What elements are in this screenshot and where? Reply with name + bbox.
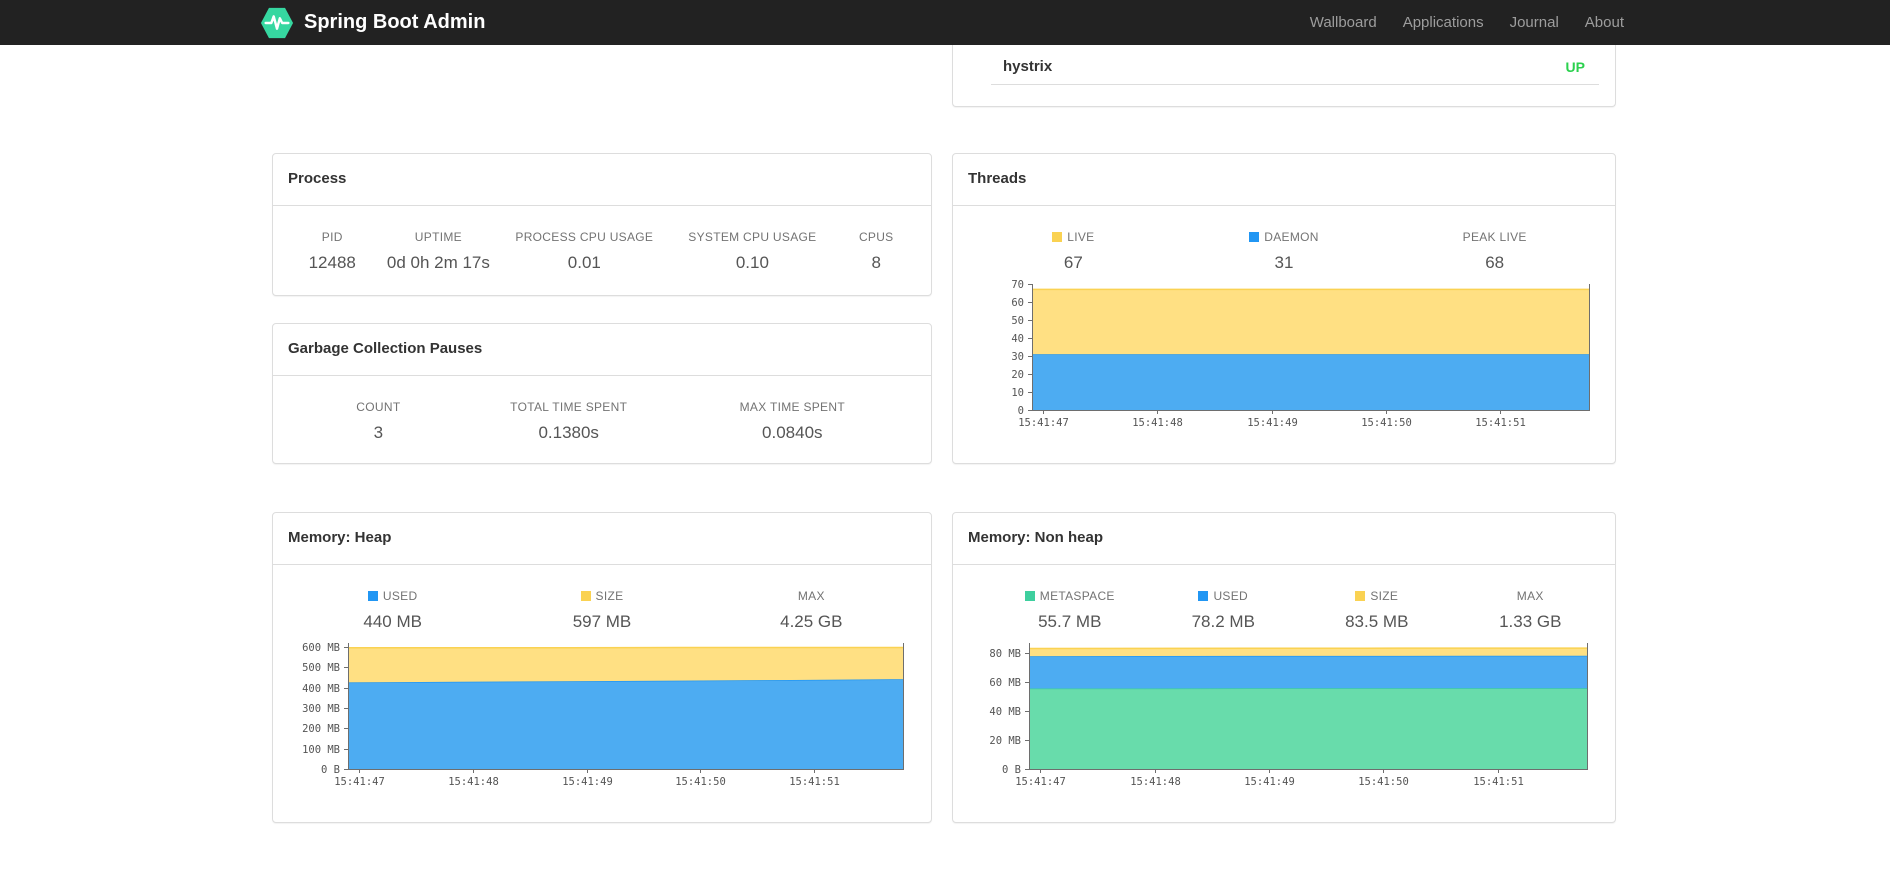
stat-label: PID — [321, 230, 343, 244]
svg-text:40: 40 — [1011, 333, 1024, 345]
stat-label: TOTAL TIME SPENT — [510, 400, 628, 414]
status-badge: UP — [1565, 58, 1585, 75]
stat-count: COUNT 3 — [288, 400, 469, 443]
svg-text:15:41:51: 15:41:51 — [789, 776, 840, 788]
brand-title: Spring Boot Admin — [304, 11, 486, 33]
svg-text:15:41:48: 15:41:48 — [1132, 417, 1183, 429]
memory-heap-panel: Memory: Heap USED 440 MB SIZE 597 MB MAX 4.25… — [272, 512, 932, 823]
svg-text:10: 10 — [1011, 387, 1024, 399]
stat-max-time-spent: MAX TIME SPENT 0.0840s — [669, 400, 916, 443]
stat-value: 0.01 — [567, 253, 601, 272]
navbar-inner: Spring Boot Admin Wallboard Applications J… — [260, 0, 1624, 45]
nav-item-journal[interactable]: Journal — [1497, 14, 1572, 31]
svg-text:40 MB: 40 MB — [989, 706, 1021, 718]
memory-nonheap-panel: Memory: Non heap METASPACE 55.7 MB USED 78.… — [952, 512, 1616, 823]
stat-system-cpu-usage: SYSTEM CPU USAGE 0.10 — [668, 230, 836, 273]
stat-process-cpu-usage: PROCESS CPU USAGE 0.01 — [500, 230, 668, 273]
application-row[interactable]: hystrix UP — [953, 45, 1615, 84]
stat-value: 0d 0h 2m 17s — [386, 253, 490, 272]
stat-cpus: CPUS 8 — [836, 230, 916, 273]
svg-text:15:41:49: 15:41:49 — [562, 776, 613, 788]
navbar: Spring Boot Admin Wallboard Applications J… — [0, 0, 1890, 45]
svg-text:400 MB: 400 MB — [302, 683, 340, 695]
svg-text:15:41:50: 15:41:50 — [675, 776, 726, 788]
svg-text:200 MB: 200 MB — [302, 723, 340, 735]
stat-value: 0.10 — [735, 253, 769, 272]
svg-text:0: 0 — [1018, 405, 1024, 417]
svg-text:0 B: 0 B — [321, 764, 340, 776]
gc-stats: COUNT 3 TOTAL TIME SPENT 0.1380s MAX TIME SP… — [273, 376, 931, 443]
svg-text:60 MB: 60 MB — [989, 677, 1021, 689]
panel-title: Garbage Collection Pauses — [273, 324, 931, 376]
row-divider — [991, 84, 1599, 85]
svg-text:500 MB: 500 MB — [302, 662, 340, 674]
svg-text:15:41:49: 15:41:49 — [1244, 776, 1295, 788]
nav-item-applications[interactable]: Applications — [1390, 14, 1497, 31]
stat-value: 0.0840s — [762, 423, 823, 442]
stat-total-time-spent: TOTAL TIME SPENT 0.1380s — [469, 400, 669, 443]
svg-text:15:41:48: 15:41:48 — [448, 776, 499, 788]
svg-text:15:41:47: 15:41:47 — [1018, 417, 1069, 429]
application-name: hystrix — [1003, 58, 1053, 75]
stat-label: SYSTEM CPU USAGE — [688, 230, 817, 244]
memory-nonheap-chart: 0 B 20 MB 40 MB 60 MB 80 MB 15:41:47 15:41:48 1… — [953, 513, 1615, 822]
process-stats: PID 12488 UPTIME 0d 0h 2m 17s PROCESS CPU US… — [273, 206, 931, 273]
svg-text:15:41:51: 15:41:51 — [1475, 417, 1526, 429]
gc-pauses-panel: Garbage Collection Pauses COUNT 3 TOTAL TI… — [272, 323, 932, 464]
nav-item-wallboard[interactable]: Wallboard — [1297, 14, 1390, 31]
panel-title: Process — [273, 154, 931, 206]
svg-text:30: 30 — [1011, 351, 1024, 363]
stat-label: COUNT — [356, 400, 401, 414]
svg-text:60: 60 — [1011, 297, 1024, 309]
stat-value: 8 — [871, 253, 881, 272]
stat-label: UPTIME — [414, 230, 462, 244]
memory-heap-chart: 0 B 100 MB 200 MB 300 MB 400 MB 500 MB 600 MB 1… — [273, 513, 931, 822]
svg-text:50: 50 — [1011, 315, 1024, 327]
threads-chart: 0 10 20 30 40 50 60 70 15:41:47 15:41:48 15:41:49 1… — [953, 154, 1615, 463]
svg-text:15:41:51: 15:41:51 — [1473, 776, 1524, 788]
svg-text:300 MB: 300 MB — [302, 703, 340, 715]
svg-text:100 MB: 100 MB — [302, 744, 340, 756]
page: { "navbar": { "brand": "Spring Boot Admi… — [0, 0, 1890, 892]
stat-value: 0.1380s — [538, 423, 599, 442]
stat-pid: PID 12488 — [288, 230, 376, 273]
svg-text:15:41:47: 15:41:47 — [1015, 776, 1066, 788]
application-status-panel: hystrix UP — [952, 45, 1616, 107]
svg-text:80 MB: 80 MB — [989, 648, 1021, 660]
svg-text:20: 20 — [1011, 369, 1024, 381]
nav-links: Wallboard Applications Journal About — [1297, 14, 1624, 31]
svg-text:600 MB: 600 MB — [302, 642, 340, 654]
svg-text:15:41:48: 15:41:48 — [1130, 776, 1181, 788]
nav-item-about[interactable]: About — [1572, 14, 1624, 31]
stat-value: 3 — [373, 423, 384, 442]
svg-text:15:41:47: 15:41:47 — [334, 776, 385, 788]
svg-text:15:41:50: 15:41:50 — [1358, 776, 1409, 788]
process-panel: Process PID 12488 UPTIME 0d 0h 2m 17s PROCES… — [272, 153, 932, 296]
stat-label: MAX TIME SPENT — [739, 400, 845, 414]
brand-link[interactable]: Spring Boot Admin — [260, 5, 485, 41]
stat-uptime: UPTIME 0d 0h 2m 17s — [376, 230, 500, 273]
stat-label: PROCESS CPU USAGE — [515, 230, 654, 244]
svg-text:70: 70 — [1011, 279, 1024, 291]
stat-label: CPUS — [858, 230, 894, 244]
svg-text:20 MB: 20 MB — [989, 735, 1021, 747]
svg-text:15:41:49: 15:41:49 — [1247, 417, 1298, 429]
stat-value: 12488 — [308, 253, 356, 272]
svg-text:15:41:50: 15:41:50 — [1361, 417, 1412, 429]
threads-panel: Threads LIVE 67 DAEMON 31 PEAK LIVE 68 0 10 20 3… — [952, 153, 1616, 464]
svg-text:0 B: 0 B — [1002, 764, 1021, 776]
pulse-hexagon-icon — [260, 5, 294, 41]
